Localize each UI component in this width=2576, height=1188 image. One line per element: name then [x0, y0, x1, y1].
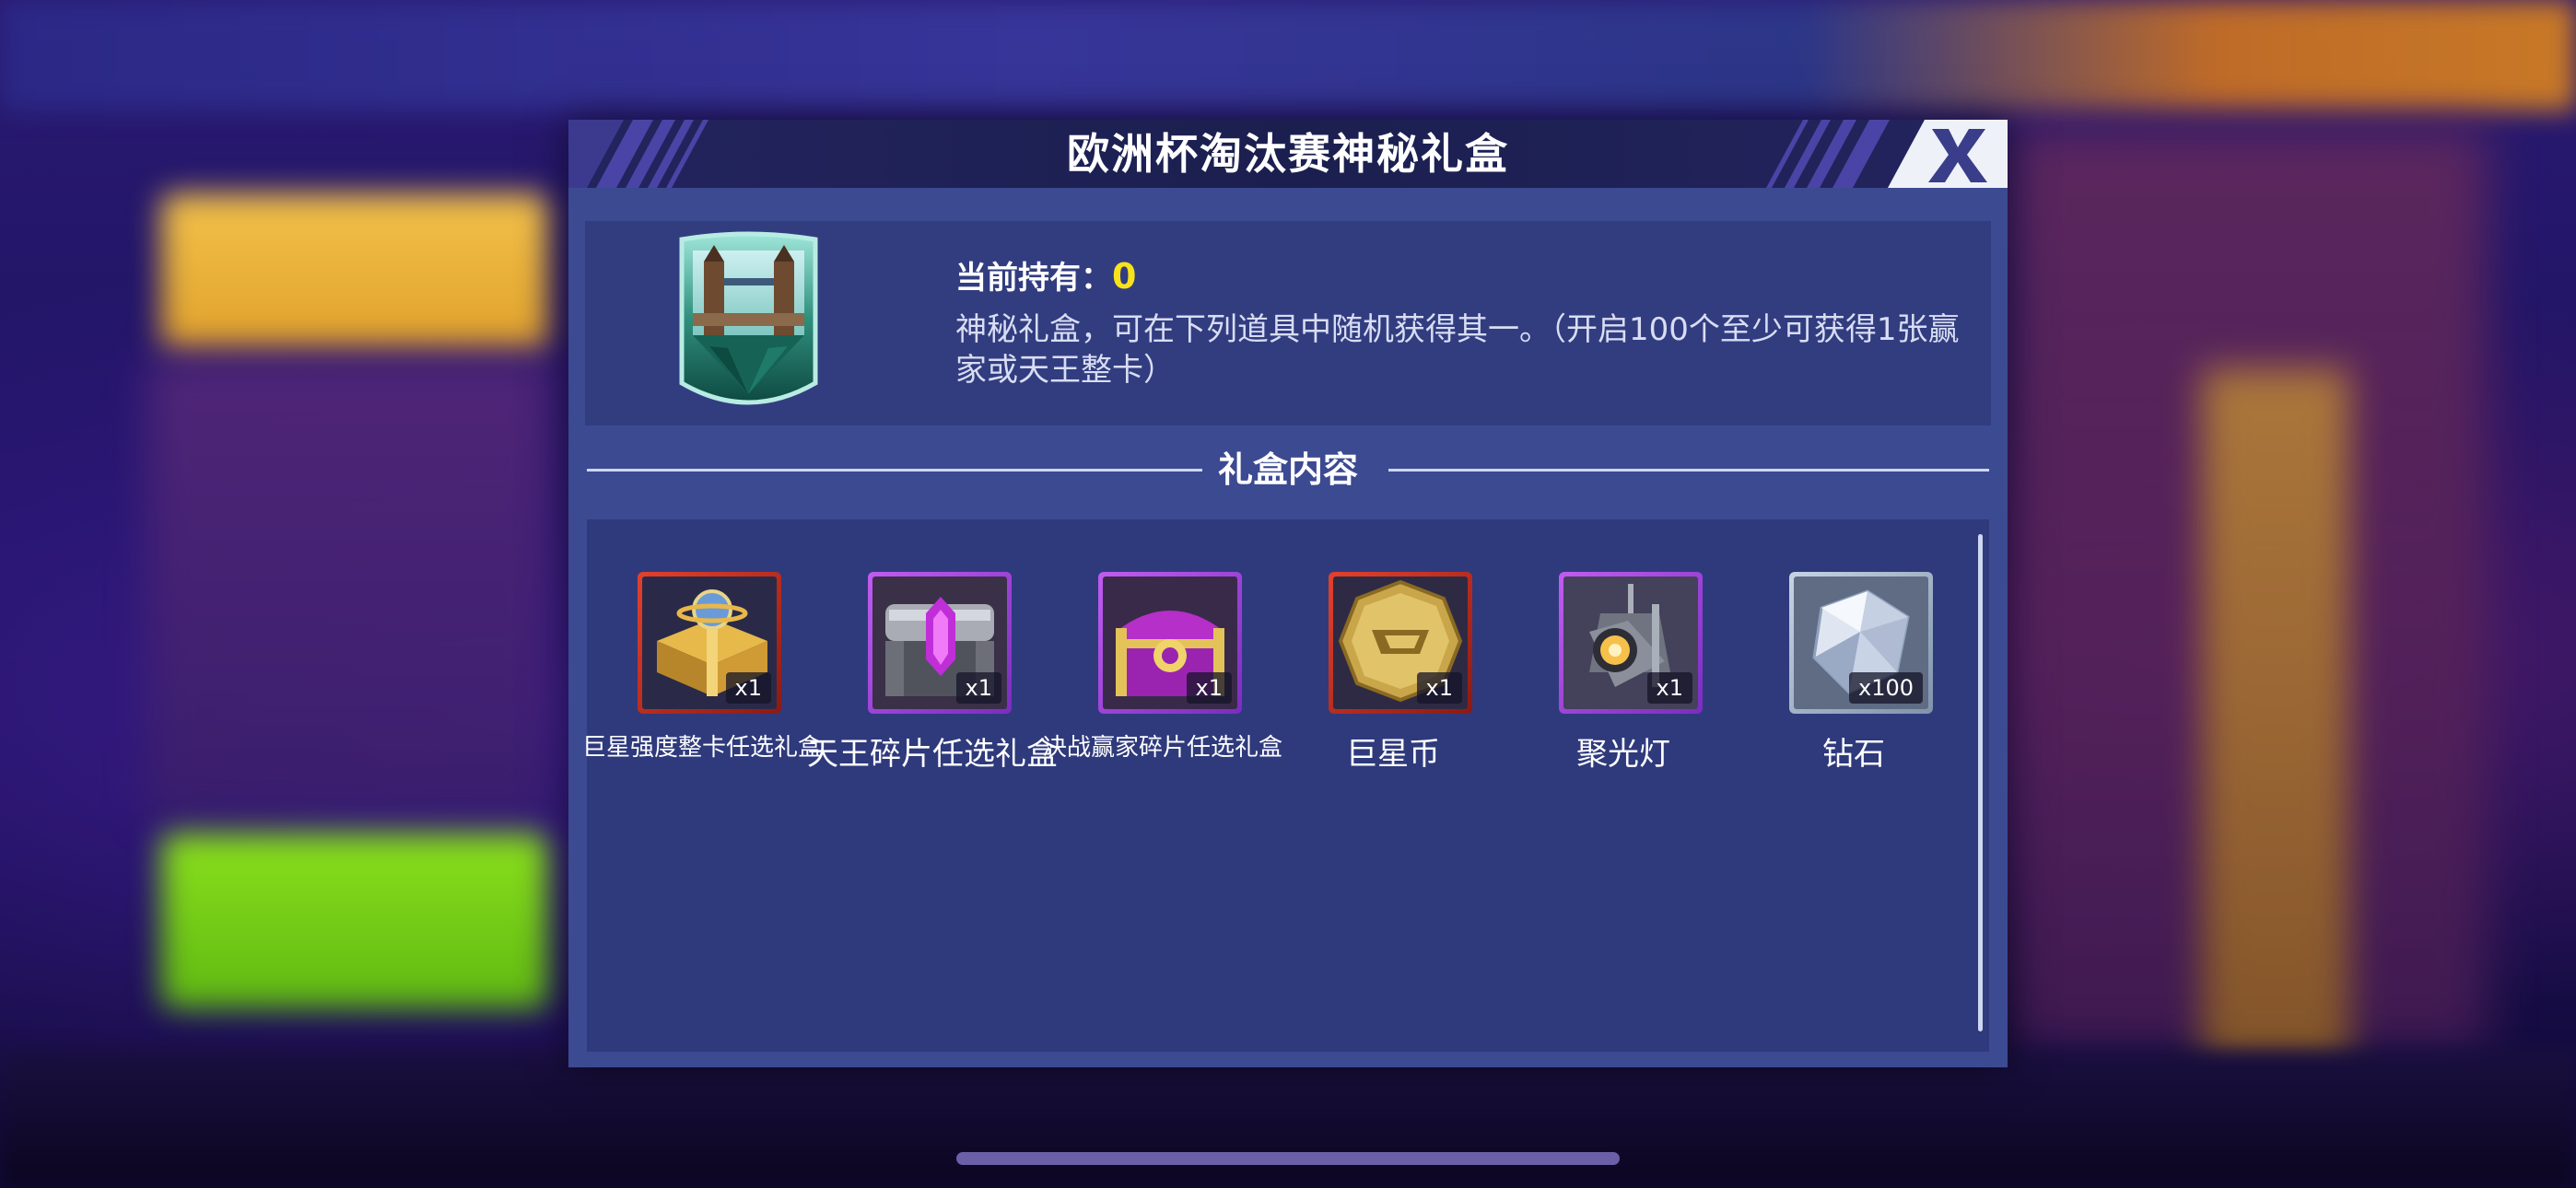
holding-value: 0	[1112, 256, 1137, 297]
holding-label: 当前持有：	[955, 260, 1112, 297]
reward-name: 巨星强度整卡任选礼盒	[581, 734, 822, 762]
dialog-title: 欧洲杯淘汰赛神秘礼盒	[1067, 129, 1509, 179]
box-description: 神秘礼盒，可在下列道具中随机获得其一。（开启100个至少可获得1张赢家或天王整卡…	[955, 311, 1960, 389]
mystery-box-card-icon	[673, 228, 825, 420]
background-bottom	[0, 1050, 2576, 1188]
reward-item[interactable]: x1 决战赢家碎片任选礼盒	[1043, 572, 1282, 762]
silver-chest-icon: x1	[872, 577, 1007, 709]
reward-frame: x1	[1559, 572, 1703, 714]
reward-name: 天王碎片任选礼盒	[807, 736, 1058, 773]
reward-name: 钻石	[1822, 736, 1885, 773]
scrollbar[interactable]	[1978, 534, 1983, 1031]
mystery-box-dialog: 欧洲杯淘汰赛神秘礼盒 当前持有：0 神秘礼盒，可在下列道具中随机获得其一。（开启…	[568, 120, 2008, 1067]
purple-chest-icon: x1	[1103, 577, 1237, 709]
reward-item[interactable]: x1 巨星币	[1278, 572, 1508, 773]
section-title: 礼盒内容	[1217, 449, 1358, 490]
diamond-icon: x100	[1794, 577, 1928, 709]
reward-qty: x1	[1186, 672, 1232, 704]
reward-qty: x1	[955, 672, 1001, 704]
reward-name: 聚光灯	[1576, 736, 1670, 773]
background-yellow-panel	[161, 193, 548, 350]
background-left-panel	[147, 359, 553, 820]
spotlight-icon: x1	[1563, 577, 1698, 709]
reward-item[interactable]: x100 钻石	[1739, 572, 1969, 773]
gold-coin-icon: x1	[1333, 577, 1468, 709]
reward-item[interactable]: x1 巨星强度整卡任选礼盒	[582, 572, 822, 762]
reward-qty: x1	[1416, 672, 1462, 704]
background-top-bar	[0, 0, 2576, 111]
box-info-panel: 当前持有：0 神秘礼盒，可在下列道具中随机获得其一。（开启100个至少可获得1张…	[585, 221, 1991, 425]
reward-frame: x1	[1329, 572, 1472, 714]
close-button[interactable]	[1888, 120, 2008, 188]
close-icon	[1888, 120, 2008, 188]
reward-frame: x1	[638, 572, 781, 714]
background-green-button	[161, 833, 548, 1008]
reward-name: 巨星币	[1346, 736, 1440, 773]
rewards-list[interactable]: x1 巨星强度整卡任选礼盒 x1 天王碎片任选礼盒 x1 决战赢家碎片任选礼盒 …	[582, 519, 1989, 1052]
reward-qty: x100	[1848, 672, 1923, 704]
reward-name: 决战赢家碎片任选礼盒	[1042, 734, 1282, 762]
section-header: 礼盒内容	[587, 444, 1989, 495]
reward-item[interactable]: x1 天王碎片任选礼盒	[807, 572, 1058, 773]
home-indicator[interactable]	[956, 1152, 1620, 1165]
gold-gift-box-icon: x1	[642, 577, 777, 709]
reward-item[interactable]: x1 聚光灯	[1508, 572, 1739, 773]
reward-qty: x1	[1646, 672, 1692, 704]
dialog-header: 欧洲杯淘汰赛神秘礼盒	[568, 120, 2008, 188]
holding-row: 当前持有：0	[955, 252, 1136, 297]
reward-frame: x1	[1098, 572, 1242, 714]
background-right-gold-strip	[2202, 368, 2349, 1068]
reward-frame: x100	[1789, 572, 1933, 714]
reward-frame: x1	[868, 572, 1012, 714]
reward-qty: x1	[725, 672, 771, 704]
